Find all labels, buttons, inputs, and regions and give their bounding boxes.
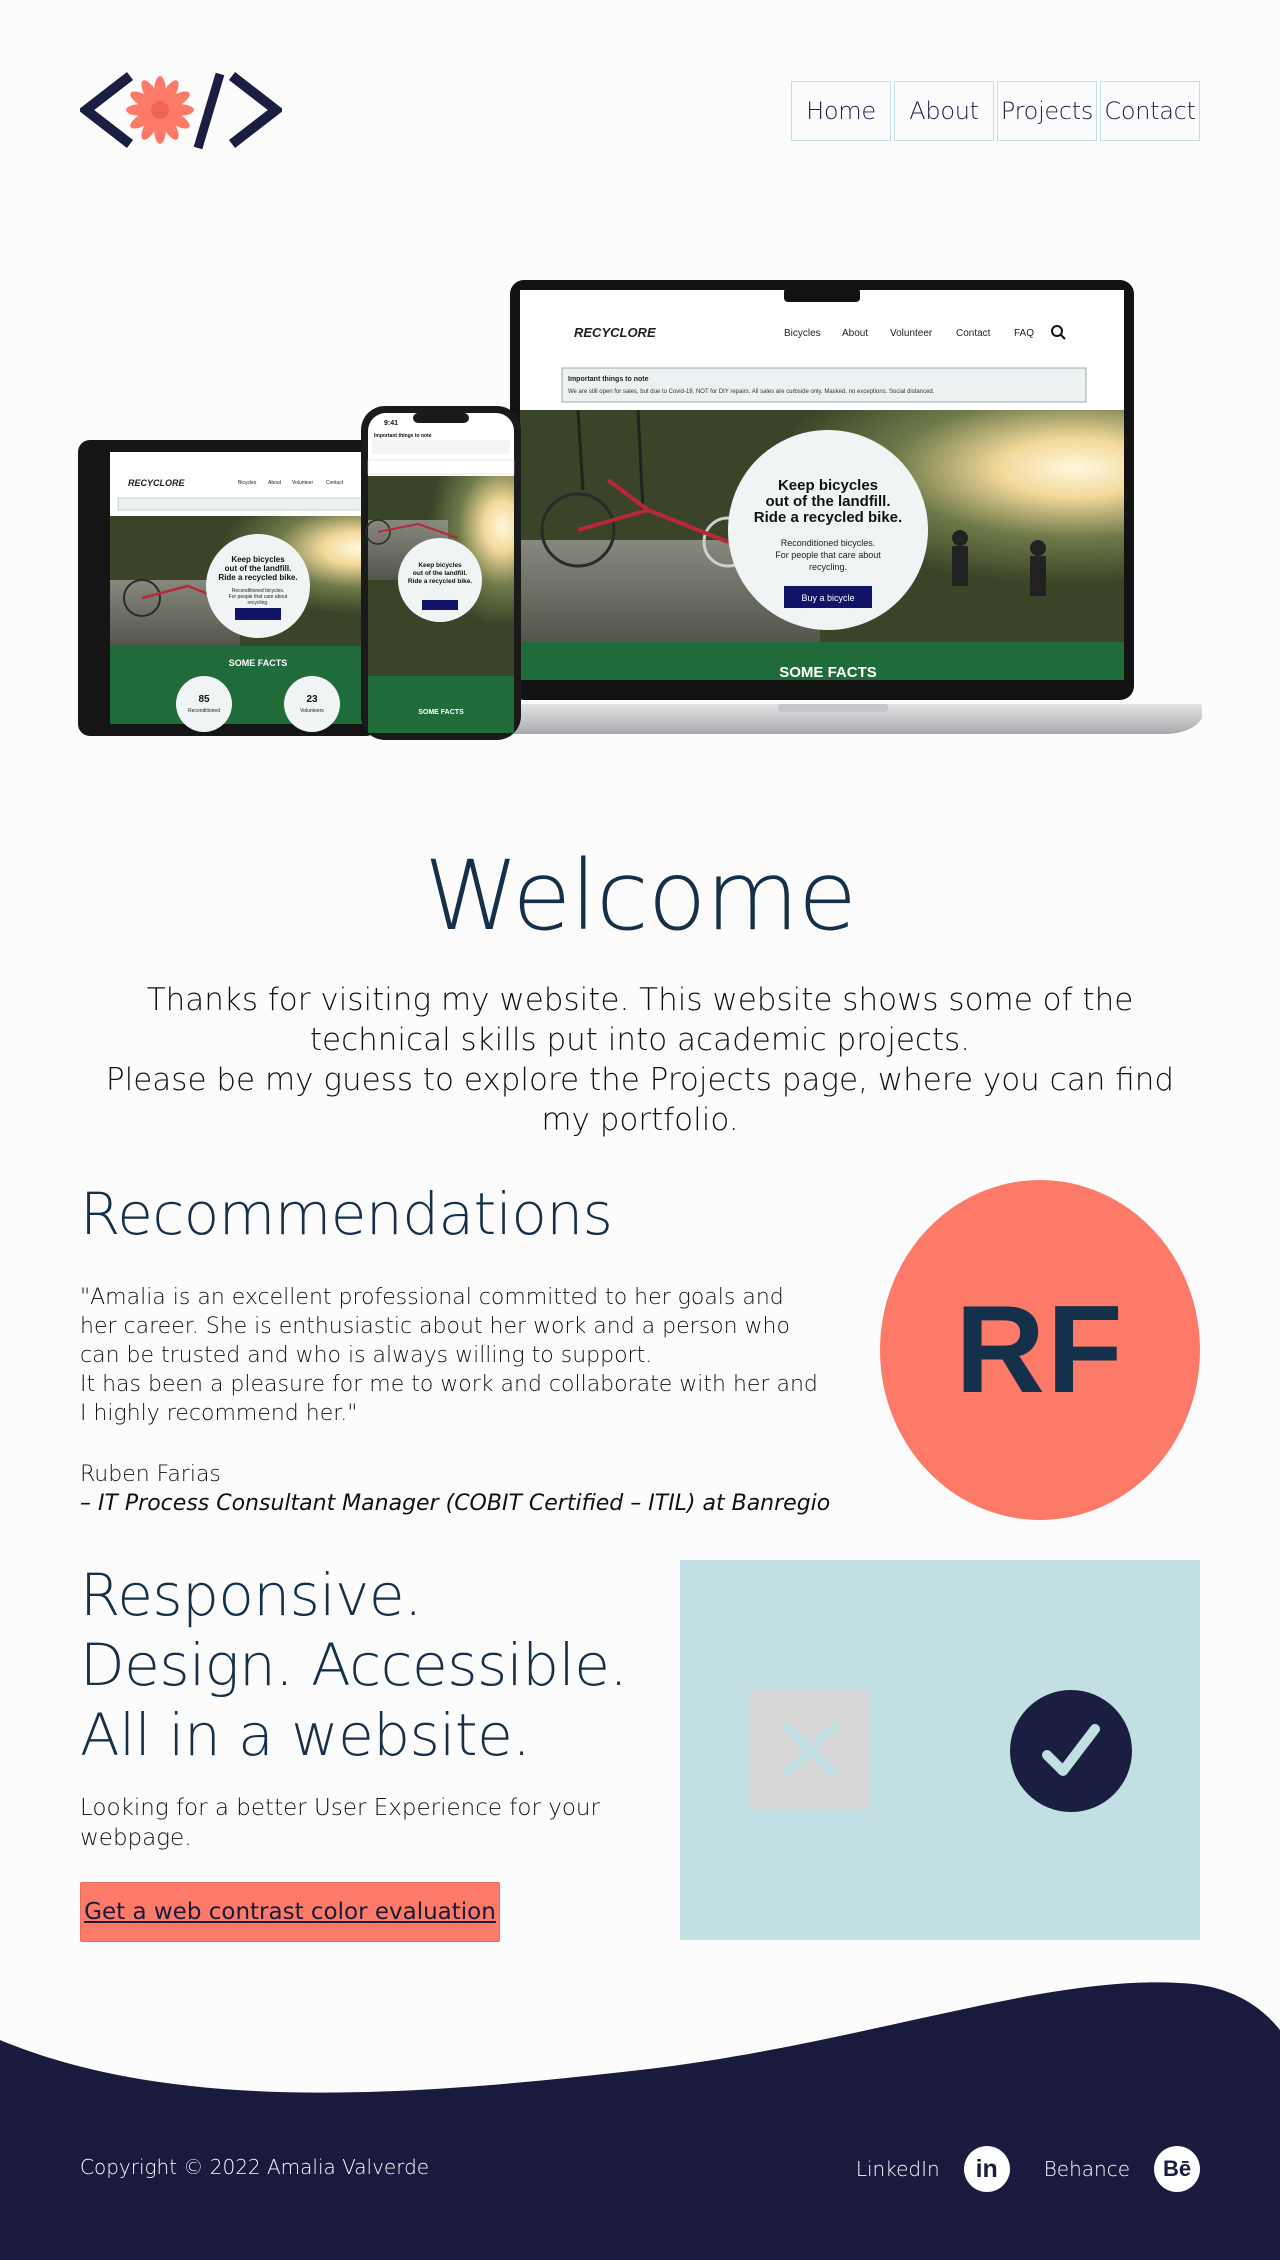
logo-right-bracket xyxy=(228,72,282,148)
nav-projects[interactable]: Projects xyxy=(997,81,1097,141)
svg-text:out of the landfill.: out of the landfill. xyxy=(225,564,292,573)
svg-text:Keep bicycles: Keep bicycles xyxy=(231,555,285,564)
svg-text:Reconditioned: Reconditioned xyxy=(188,708,220,714)
svg-text:SOME FACTS: SOME FACTS xyxy=(779,664,877,681)
svg-text:Important things to note: Important things to note xyxy=(568,376,649,383)
nav-contact[interactable]: Contact xyxy=(1100,81,1200,141)
checkmark-icon xyxy=(1010,1690,1132,1812)
device-mockup: RECYCLORE Bicycles About Volunteer Conta… xyxy=(78,280,1202,740)
svg-text:Volunteer: Volunteer xyxy=(292,480,313,486)
behance-icon[interactable]: Bē xyxy=(1154,2146,1200,2192)
responsive-text: Looking for a better User Experience for… xyxy=(80,1795,600,1851)
svg-text:Important things to note: Important things to note xyxy=(374,433,432,439)
welcome-title: Welcome xyxy=(423,840,857,952)
recommender-avatar: RF xyxy=(880,1180,1200,1520)
svg-text:About: About xyxy=(842,328,868,339)
svg-text:Ride a recycled bike.: Ride a recycled bike. xyxy=(754,509,902,526)
nav-about[interactable]: About xyxy=(894,81,994,141)
site-logo[interactable] xyxy=(80,70,282,150)
main-nav: Home About Projects Contact xyxy=(791,81,1200,141)
svg-text:About: About xyxy=(268,480,282,486)
svg-text:9:41: 9:41 xyxy=(384,420,398,427)
svg-text:Volunteer: Volunteer xyxy=(890,328,933,339)
quote-paragraph-2: It has been a pleasure for me to work an… xyxy=(80,1372,818,1426)
logo-slash xyxy=(193,72,225,150)
svg-text:Contact: Contact xyxy=(956,328,991,339)
linkedin-icon[interactable]: in xyxy=(963,2146,1010,2192)
welcome-line-2: Please be my guess to explore the Projec… xyxy=(105,1062,1175,1138)
close-icon xyxy=(750,1690,870,1810)
linkedin-label[interactable]: LinkedIn xyxy=(856,2157,940,2181)
svg-text:SOME FACTS: SOME FACTS xyxy=(229,658,288,668)
svg-text:SOME FACTS: SOME FACTS xyxy=(418,709,464,716)
tablet-mockup: RECYCLORE Bicycles About Volunteer Conta… xyxy=(78,440,378,736)
svg-text:For people that care about: For people that care about xyxy=(775,550,881,560)
welcome-line-1: Thanks for visiting my website. This web… xyxy=(146,982,1134,1058)
svg-text:Keep bicycles: Keep bicycles xyxy=(418,562,462,569)
svg-text:out of the landfill.: out of the landfill. xyxy=(766,493,891,510)
svg-text:Contact: Contact xyxy=(326,480,344,486)
svg-text:Reconditioned bicycles.: Reconditioned bicycles. xyxy=(781,538,876,548)
svg-text:recycling.: recycling. xyxy=(247,600,268,606)
svg-text:Ride a recycled bike.: Ride a recycled bike. xyxy=(218,573,297,582)
behance-label[interactable]: Behance xyxy=(1044,2157,1130,2181)
footer-background xyxy=(0,1982,1280,2260)
laptop-mockup: RECYCLORE Bicycles About Volunteer Conta… xyxy=(438,280,1202,734)
contrast-evaluation-button[interactable]: Get a web contrast color evaluation xyxy=(80,1882,500,1942)
social-links: LinkedIn in Behance Bē xyxy=(856,2146,1200,2192)
contrast-illustration xyxy=(680,1560,1200,1940)
svg-text:recycling.: recycling. xyxy=(809,562,847,572)
svg-text:out of the landfill.: out of the landfill. xyxy=(413,570,467,577)
svg-text:Buy a bicycle: Buy a bicycle xyxy=(801,593,854,603)
svg-text:RECYCLORE: RECYCLORE xyxy=(128,478,186,488)
recommender-name: Ruben Farias xyxy=(80,1462,221,1487)
svg-text:Volunteers: Volunteers xyxy=(300,708,324,714)
logo-left-bracket xyxy=(80,72,134,148)
svg-text:FAQ: FAQ xyxy=(1014,328,1034,339)
avatar-initials: RF xyxy=(955,1281,1125,1419)
quote-paragraph-1: "Amalia is an excellent professional com… xyxy=(80,1285,790,1368)
recommendations-title: Recommendations xyxy=(80,1180,613,1248)
svg-text:We are still open for sales, b: We are still open for sales, but due to … xyxy=(568,389,935,395)
svg-text:Ride a recycled bike.: Ride a recycled bike. xyxy=(408,578,473,585)
linkedin-icon-glyph: in xyxy=(975,2154,998,2183)
laptop-brand: RECYCLORE xyxy=(574,325,656,340)
svg-text:Keep bicycles: Keep bicycles xyxy=(778,477,878,494)
recommender-role: – IT Process Consultant Manager (COBIT C… xyxy=(80,1491,831,1516)
recommendation-quote: "Amalia is an excellent professional com… xyxy=(80,1283,820,1428)
responsive-title: Responsive. Design. Accessible. All in a… xyxy=(80,1561,628,1769)
svg-text:23: 23 xyxy=(306,694,318,705)
welcome-text: Thanks for visiting my website. This web… xyxy=(80,980,1200,1140)
svg-text:Bicycles: Bicycles xyxy=(238,480,257,486)
flower-icon xyxy=(126,76,194,144)
phone-mockup: 9:41 Important things to note Keep bicyc… xyxy=(361,406,521,740)
nav-home[interactable]: Home xyxy=(791,81,891,141)
svg-text:85: 85 xyxy=(198,694,210,705)
copyright-text: Copyright © 2022 Amalia Valverde xyxy=(80,2155,430,2179)
laptop-hero-circle: Keep bicycles out of the landfill. Ride … xyxy=(728,430,928,630)
behance-icon-glyph: Bē xyxy=(1162,2156,1192,2181)
svg-text:Bicycles: Bicycles xyxy=(784,328,821,339)
